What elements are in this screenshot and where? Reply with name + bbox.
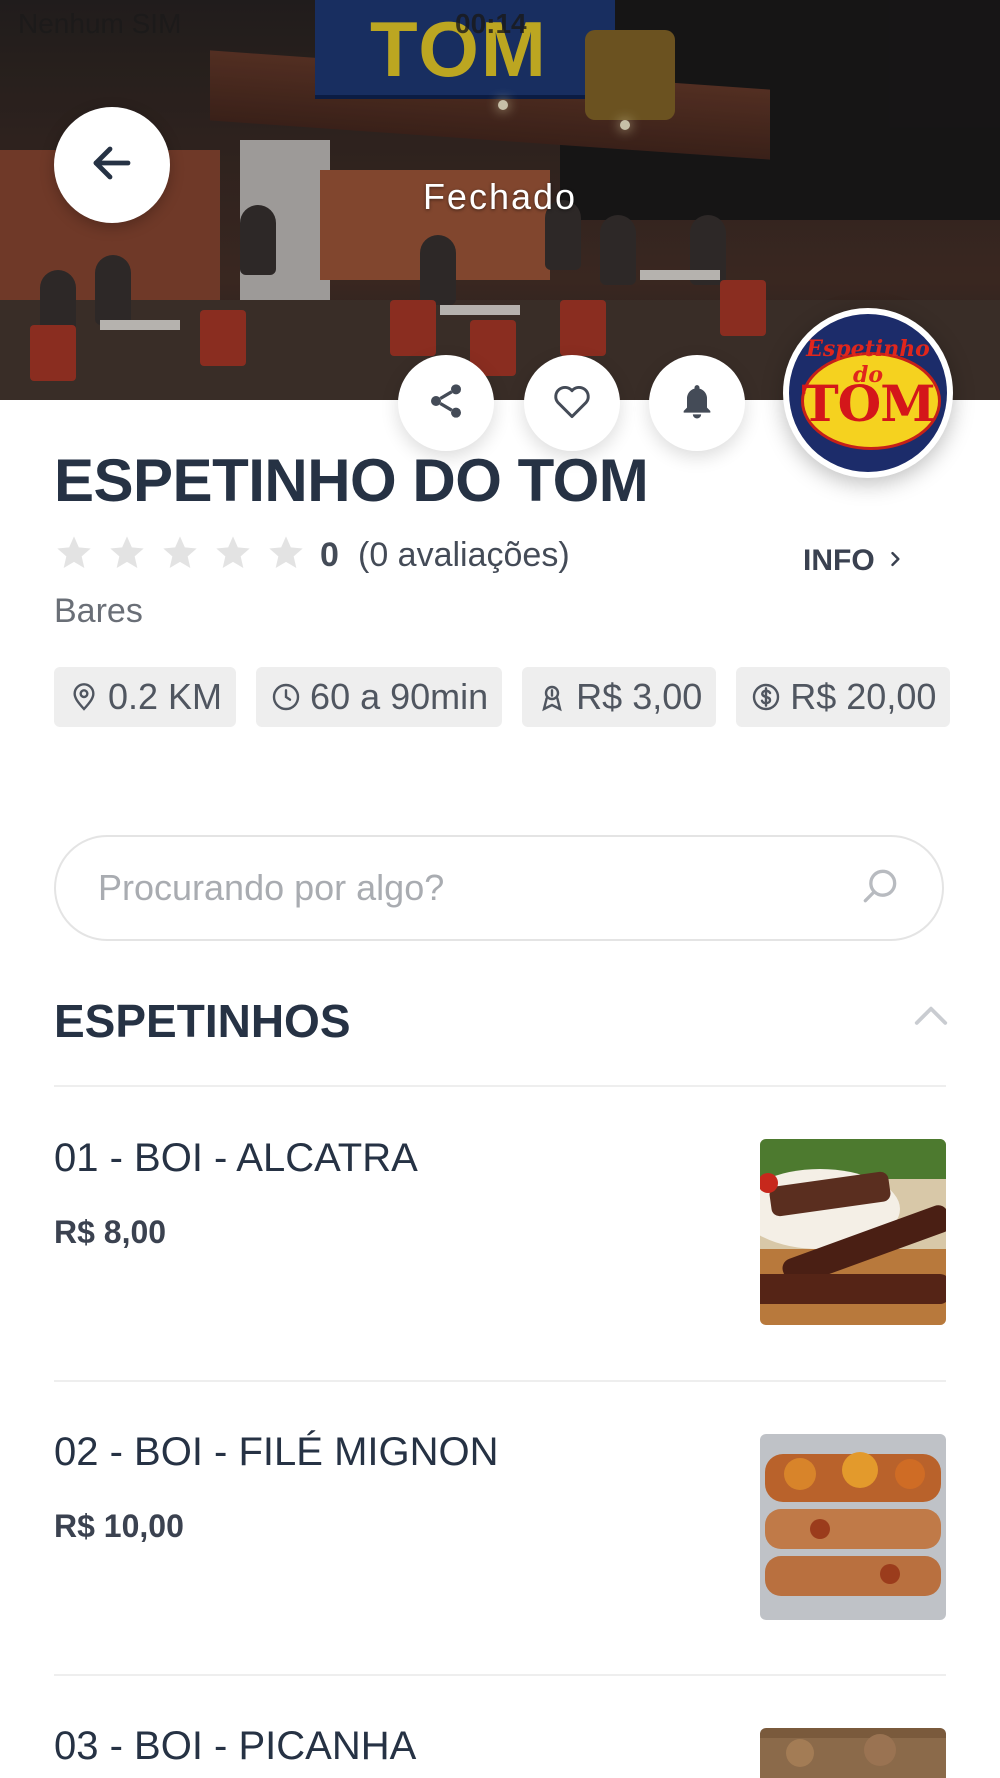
store-info-chips: 0.2 KM 60 a 90min R$ 3,00 R$ 20,00 <box>54 667 951 727</box>
share-button[interactable] <box>398 355 494 451</box>
distance-text: 0.2 KM <box>108 676 223 717</box>
menu-item-name: 02 - BOI - FILÉ MIGNON <box>54 1430 499 1474</box>
delivery-fee-chip: R$ 3,00 <box>522 667 717 727</box>
store-status-label: Fechado <box>422 176 578 217</box>
info-link[interactable]: INFO <box>803 544 905 578</box>
info-label: INFO <box>803 544 875 577</box>
favorite-button[interactable] <box>524 355 620 451</box>
menu-item-image <box>760 1139 946 1325</box>
bell-icon <box>677 381 717 426</box>
rating-score: 0 <box>320 536 339 574</box>
logo-main-text: TOM <box>801 374 935 433</box>
chevron-right-icon <box>885 544 905 578</box>
star-icon <box>216 536 250 568</box>
store-name: ESPETINHO DO TOM <box>54 447 649 514</box>
minimum-order-text: R$ 20,00 <box>790 676 937 717</box>
heart-icon <box>550 379 594 428</box>
rating-count: (0 avaliações) <box>358 536 570 574</box>
star-icon <box>269 536 303 568</box>
search-icon[interactable] <box>858 864 902 913</box>
menu-item-price: R$ 8,00 <box>54 1214 167 1250</box>
menu-section-title: ESPETINHOS <box>54 995 351 1047</box>
status-time: 00:14 <box>455 8 527 39</box>
section-collapse-button[interactable] <box>912 1000 950 1035</box>
menu-item-name: 01 - BOI - ALCATRA <box>54 1136 418 1180</box>
distance-chip: 0.2 KM <box>54 667 237 727</box>
store-logo: Espetinho do TOM <box>783 308 953 478</box>
chevron-up-icon <box>912 1006 950 1034</box>
store-category: Bares <box>54 592 143 630</box>
back-button[interactable] <box>54 107 170 223</box>
divider <box>54 1085 946 1087</box>
menu-item-price: R$ 10,00 <box>54 1508 184 1544</box>
delivery-fee-icon <box>542 685 562 712</box>
status-carrier: Nenhum SIM <box>18 8 182 39</box>
star-icon <box>110 536 144 568</box>
divider <box>54 1674 946 1676</box>
star-icon <box>57 536 91 568</box>
share-icon <box>426 381 466 426</box>
delivery-time-text: 60 a 90min <box>310 676 489 717</box>
rating-stars <box>54 533 306 573</box>
menu-item-name: 03 - BOI - PICANHA <box>54 1724 417 1768</box>
search-input[interactable] <box>96 866 858 910</box>
notify-button[interactable] <box>649 355 745 451</box>
search-bar <box>54 835 944 941</box>
star-icon <box>163 536 197 568</box>
clock-icon <box>272 683 300 711</box>
delivery-time-chip: 60 a 90min <box>256 667 503 727</box>
divider <box>54 1380 946 1382</box>
location-pin-icon <box>73 683 95 711</box>
arrow-left-icon <box>88 139 136 192</box>
delivery-fee-text: R$ 3,00 <box>576 676 703 717</box>
dollar-circle-icon <box>753 683 780 711</box>
menu-item-image <box>760 1434 946 1620</box>
minimum-order-chip: R$ 20,00 <box>736 667 951 727</box>
menu-item-image <box>760 1728 946 1778</box>
